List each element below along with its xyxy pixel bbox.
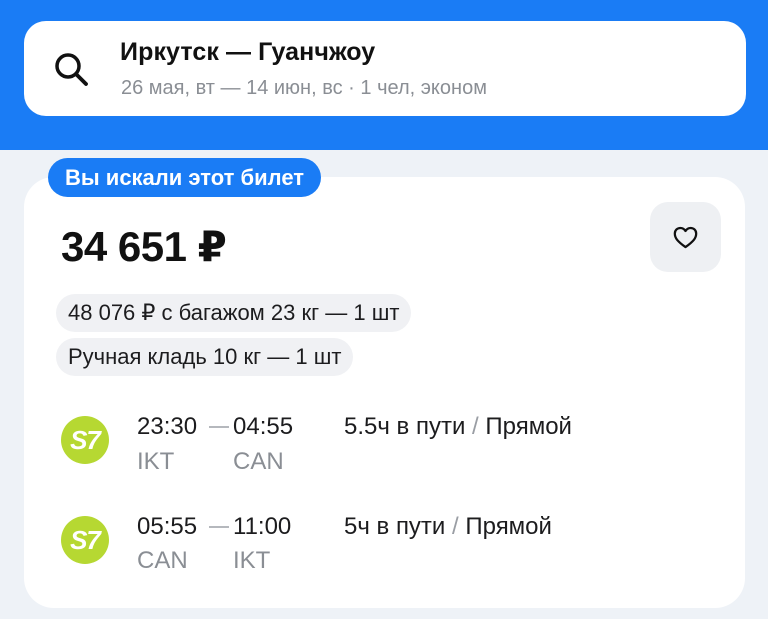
searched-ticket-badge: Вы искали этот билет	[48, 158, 322, 197]
flight-stops: Прямой	[465, 513, 552, 540]
flight-info: 5.5ч в пути / Прямой	[344, 413, 572, 441]
depart-time: 05:55	[137, 513, 198, 540]
flight-info: 5ч в пути / Прямой	[344, 513, 552, 541]
flight-stops: Прямой	[485, 413, 572, 440]
favorite-button[interactable]	[650, 202, 721, 272]
ticket-price: 34 651 ₽	[61, 223, 227, 270]
search-icon[interactable]	[52, 50, 90, 88]
flight-duration: 5.5ч в пути	[344, 413, 466, 440]
info-separator: /	[472, 413, 479, 440]
heart-icon	[673, 226, 698, 249]
arrive-time: 04:55	[233, 413, 294, 440]
search-details[interactable]: 26 мая, вт — 14 июн, вс · 1 чел, эконом	[121, 77, 487, 100]
depart-airport-code: IKT	[137, 448, 175, 475]
airline-logo-s7: S7	[61, 516, 109, 564]
flight-duration: 5ч в пути	[344, 513, 446, 540]
time-dash	[209, 426, 229, 428]
hand-luggage-chip: Ручная кладь 10 кг — 1 шт	[56, 338, 354, 376]
depart-airport-code: CAN	[137, 547, 188, 574]
arrive-time: 11:00	[233, 513, 292, 540]
arrive-airport-code: CAN	[233, 448, 284, 475]
baggage-option-chip[interactable]: 48 076 ₽ с багажом 23 кг — 1 шт	[56, 294, 412, 332]
airline-logo-s7: S7	[61, 416, 109, 464]
time-dash	[209, 526, 229, 528]
arrive-airport-code: IKT	[233, 547, 271, 574]
info-separator: /	[452, 513, 459, 540]
search-bar[interactable]	[24, 21, 746, 116]
route-title[interactable]: Иркутск — Гуанчжоу	[120, 38, 375, 67]
depart-time: 23:30	[137, 413, 198, 440]
